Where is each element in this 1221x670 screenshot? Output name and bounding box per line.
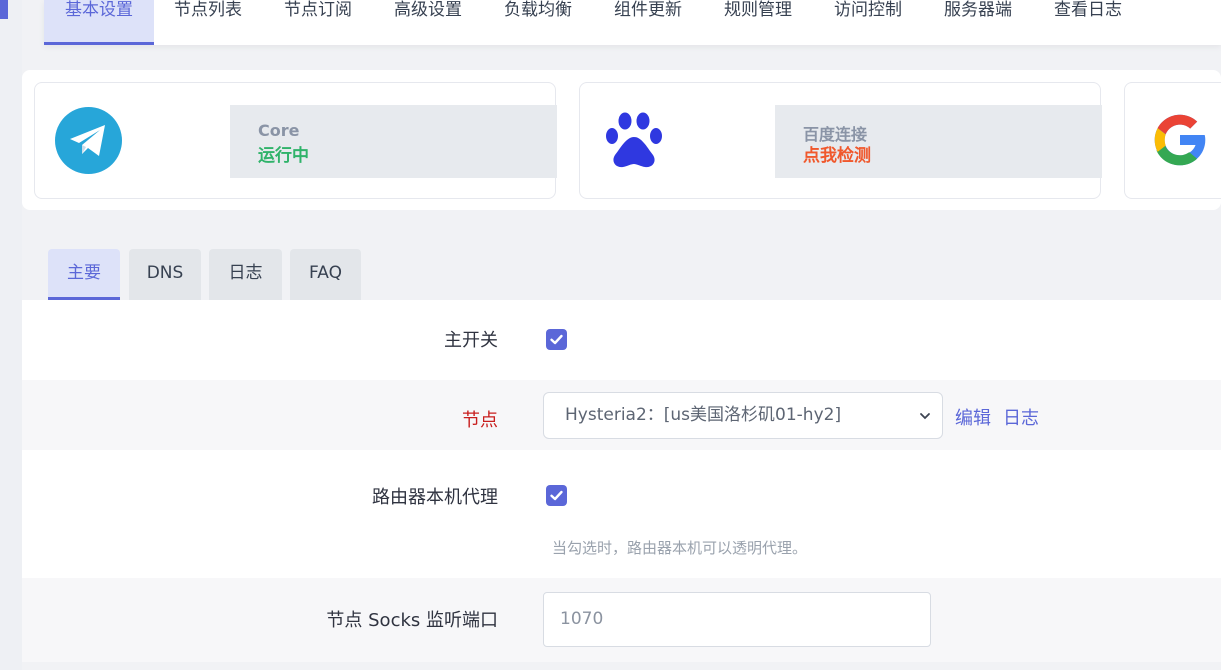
nav-tab-subscription[interactable]: 节点订阅 — [272, 0, 364, 45]
router-proxy-label: 路由器本机代理 — [372, 487, 498, 508]
nav-tab-logs[interactable]: 查看日志 — [1042, 0, 1134, 45]
socks-port-row: 节点 Socks 监听端口 1070 — [22, 578, 1221, 662]
router-proxy-row: 路由器本机代理 当勾选时，路由器本机可以透明代理。 — [22, 450, 1221, 578]
status-card-baidu: 百度连接 点我检测 — [579, 82, 1102, 199]
socks-port-label: 节点 Socks 监听端口 — [326, 610, 498, 631]
subtab-bar: 主要 DNS 日志 FAQ — [22, 238, 1221, 300]
nav-tab-advanced[interactable]: 高级设置 — [382, 0, 474, 45]
router-proxy-checkbox[interactable] — [546, 485, 567, 506]
node-row: 节点 Hysteria2：[us美国洛杉矶01-hy2] 编辑 日志 — [22, 380, 1221, 450]
status-card-core: Core 运行中 — [34, 82, 557, 199]
baidu-paw-icon — [606, 112, 662, 168]
nav-tab-load-balance[interactable]: 负载均衡 — [492, 0, 584, 45]
nav-tab-node-list[interactable]: 节点列表 — [162, 0, 254, 45]
main-switch-row: 主开关 — [22, 300, 1221, 380]
socks-port-placeholder: 1070 — [560, 609, 604, 629]
main-switch-checkbox[interactable] — [546, 329, 567, 350]
nav-tab-server[interactable]: 服务器端 — [932, 0, 1024, 45]
chevron-down-icon — [920, 413, 930, 420]
node-select-value: Hysteria2：[us美国洛杉矶01-hy2] — [565, 405, 842, 425]
telegram-icon — [55, 107, 122, 174]
node-label: 节点 — [462, 410, 498, 431]
subtab-log[interactable]: 日志 — [209, 249, 282, 300]
core-title: Core — [258, 121, 300, 140]
node-edit-link[interactable]: 编辑 — [955, 404, 991, 430]
node-select[interactable]: Hysteria2：[us美国洛杉矶01-hy2] — [543, 392, 943, 439]
core-status-box[interactable]: Core 运行中 — [230, 105, 557, 178]
subtab-dns[interactable]: DNS — [129, 249, 201, 300]
node-log-link[interactable]: 日志 — [1003, 404, 1039, 430]
subtab-faq[interactable]: FAQ — [290, 249, 361, 300]
router-proxy-hint: 当勾选时，路由器本机可以透明代理。 — [552, 539, 808, 557]
main-switch-label: 主开关 — [444, 330, 498, 351]
core-status: 运行中 — [258, 146, 309, 166]
google-icon — [1154, 114, 1207, 166]
status-panel: Core 运行中 百度连接 点我检测 — [22, 70, 1221, 210]
nav-tab-access-control[interactable]: 访问控制 — [822, 0, 914, 45]
top-nav: 基本设置 节点列表 节点订阅 高级设置 负载均衡 组件更新 规则管理 访问控制 … — [44, 0, 1221, 45]
socks-port-input[interactable]: 1070 — [543, 592, 931, 647]
nav-tab-component-update[interactable]: 组件更新 — [602, 0, 694, 45]
main-panel: 主要 DNS 日志 FAQ 主开关 节点 Hysteria2：[us美国洛杉矶0… — [22, 238, 1221, 662]
baidu-status-box[interactable]: 百度连接 点我检测 — [775, 105, 1102, 178]
subtab-main[interactable]: 主要 — [48, 249, 120, 300]
nav-tab-basic[interactable]: 基本设置 — [44, 0, 154, 45]
left-edge — [0, 0, 22, 670]
status-card-google — [1124, 82, 1221, 199]
baidu-status[interactable]: 点我检测 — [803, 141, 871, 166]
nav-tab-rules[interactable]: 规则管理 — [712, 0, 804, 45]
left-edge-mark — [0, 0, 8, 19]
